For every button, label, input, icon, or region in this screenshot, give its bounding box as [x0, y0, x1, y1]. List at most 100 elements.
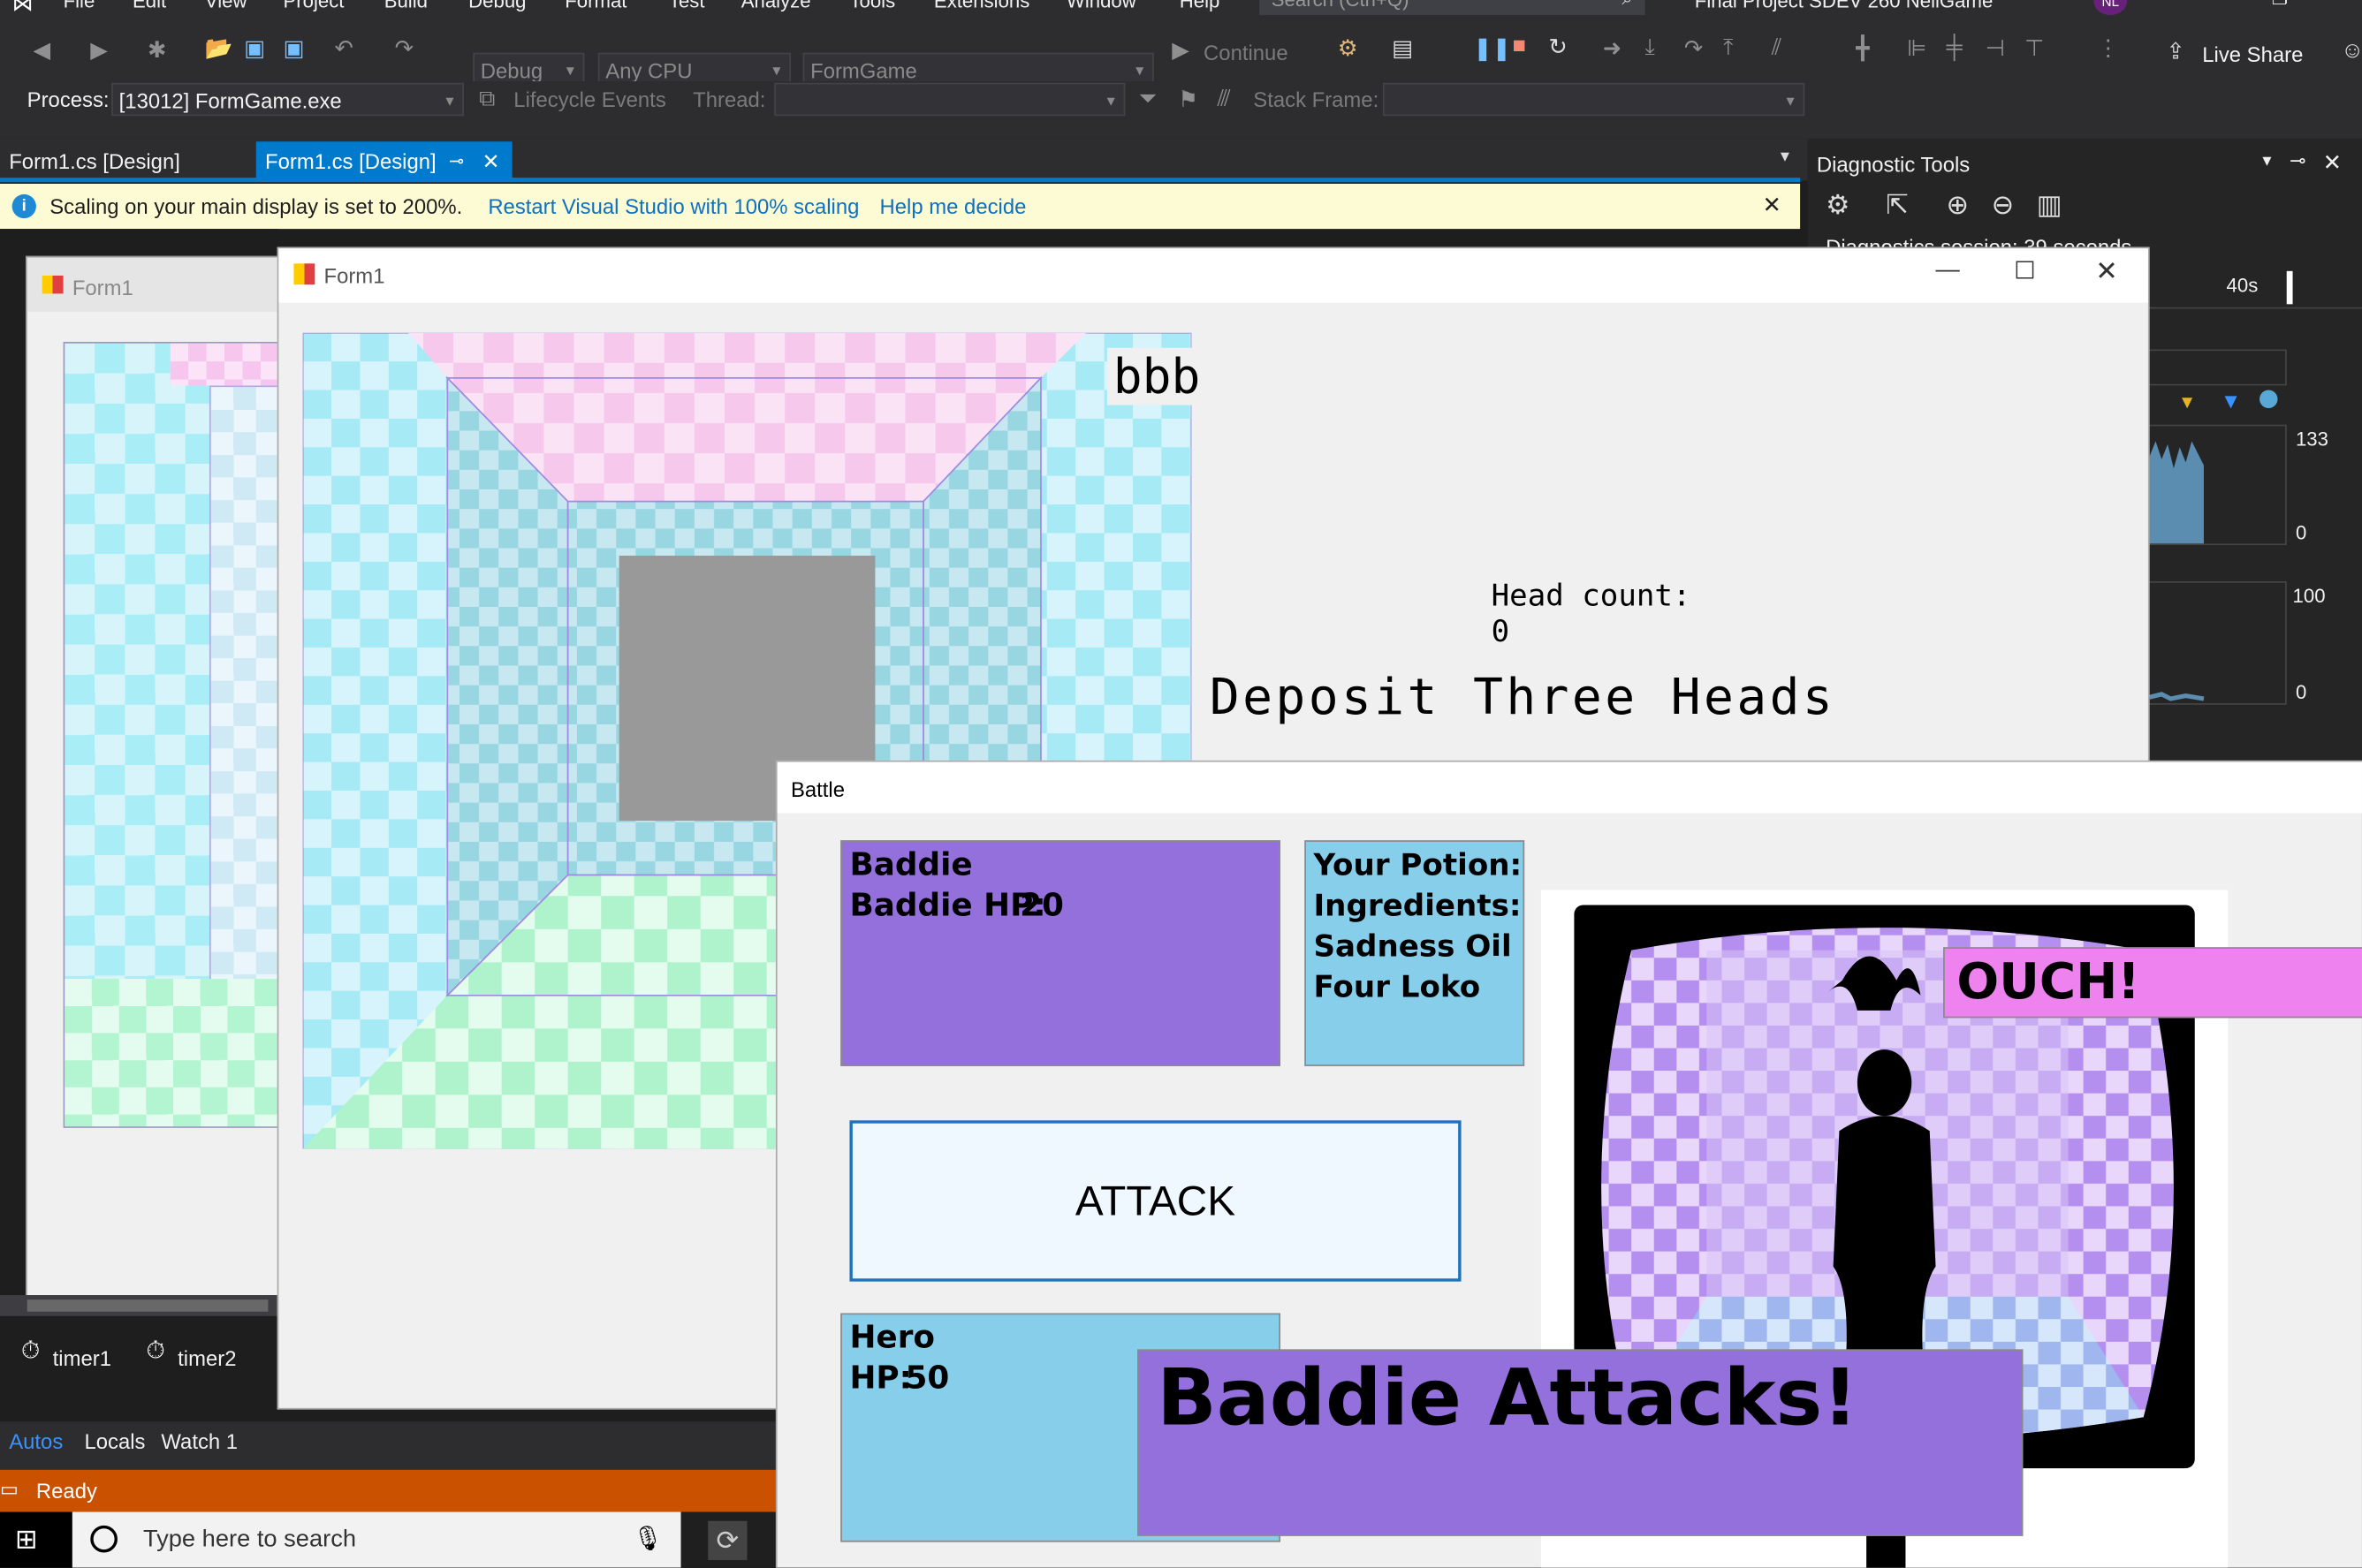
- menu-format[interactable]: Format: [565, 0, 627, 12]
- thread-label: Thread:: [693, 87, 766, 112]
- redo-icon[interactable]: ↷: [395, 34, 414, 62]
- menu-project[interactable]: Project: [283, 0, 344, 12]
- step-into-icon[interactable]: ⤓: [1645, 34, 1655, 60]
- stop-icon[interactable]: ■: [1513, 34, 1526, 59]
- menu-view[interactable]: View: [205, 0, 247, 12]
- tab-watch1[interactable]: Watch 1: [161, 1429, 238, 1453]
- scaling-infobar: i Scaling on your main display is set to…: [0, 183, 1801, 230]
- menu-tools[interactable]: Tools: [849, 0, 895, 12]
- tab-form1-design-2[interactable]: Form1.cs [Design] ⊸ ✕: [255, 141, 513, 181]
- close-icon[interactable]: ✕: [2095, 256, 2118, 288]
- design-form1-window[interactable]: Form1: [25, 255, 303, 1299]
- filter-icon[interactable]: ⏷: [1139, 86, 1157, 111]
- panel-menu-icon[interactable]: ▼: [2259, 154, 2275, 170]
- restore-window-icon[interactable]: ❐: [2272, 0, 2288, 9]
- lifecycle-events-button[interactable]: Lifecycle Events: [513, 87, 665, 111]
- align-top-icon[interactable]: ⊤: [2024, 34, 2044, 62]
- taskbar-search-box[interactable]: Type here to search 🎙: [72, 1511, 681, 1568]
- event-marker-icon[interactable]: ▼: [2178, 391, 2196, 413]
- back-icon[interactable]: ◀: [34, 36, 51, 64]
- menu-debug[interactable]: Debug: [468, 0, 526, 12]
- align-right-icon[interactable]: ⊣: [1986, 34, 2005, 62]
- process-value: [13012] FormGame.exe: [118, 88, 342, 113]
- menu-help[interactable]: Help: [1180, 0, 1220, 12]
- close-infobar-icon[interactable]: ✕: [1762, 191, 1781, 218]
- settings-icon[interactable]: ⚙: [1826, 190, 1850, 222]
- timeline-cursor[interactable]: [2286, 270, 2293, 305]
- toolbox-icon[interactable]: ▤: [1392, 34, 1413, 62]
- zoom-in-icon[interactable]: ⊕: [1946, 190, 1969, 222]
- tab-form1-design-1[interactable]: Form1.cs [Design]: [0, 141, 189, 180]
- designer-hscrollbar[interactable]: [0, 1295, 279, 1316]
- snapshot-marker-icon[interactable]: [2259, 390, 2278, 408]
- lifecycle-icon[interactable]: ⧉: [479, 86, 495, 111]
- form-designer: Form1 ⏱ timer1 ⏱ timer2: [0, 229, 303, 1419]
- chart-icon[interactable]: ▥: [2037, 190, 2062, 222]
- tab-autos[interactable]: Autos: [9, 1429, 63, 1453]
- restart-scaling-link[interactable]: Restart Visual Studio with 100% scaling: [488, 194, 859, 218]
- search-box[interactable]: Search (Ctrl+Q) ⌕: [1259, 0, 1645, 16]
- forward-icon[interactable]: ▶: [90, 36, 108, 64]
- user-avatar[interactable]: NL: [2093, 0, 2128, 16]
- pin-icon[interactable]: ⊸: [449, 141, 464, 180]
- vs-logo-icon[interactable]: ⋈: [12, 0, 34, 17]
- overflow-icon[interactable]: ⋮: [2097, 34, 2120, 62]
- menu-extensions[interactable]: Extensions: [934, 0, 1029, 12]
- menu-edit[interactable]: Edit: [133, 0, 166, 12]
- align-left-icon[interactable]: ⊫: [1907, 34, 1926, 62]
- stack-frame-select[interactable]: ▼: [1382, 82, 1805, 117]
- tab-dropdown-icon[interactable]: ▼: [1778, 149, 1793, 166]
- step-out-icon[interactable]: ⤒: [1723, 34, 1733, 60]
- tab-label: Form1.cs [Design]: [265, 148, 437, 174]
- hero-name: Hero: [849, 1319, 935, 1356]
- events-track: [2147, 349, 2287, 386]
- attach-icon[interactable]: ⚙: [1338, 34, 1358, 62]
- save-icon[interactable]: ▣: [244, 34, 265, 62]
- design-corridor-picture[interactable]: [63, 341, 303, 1128]
- timer1-component[interactable]: timer1: [53, 1346, 111, 1370]
- restart-icon[interactable]: ↻: [1548, 34, 1567, 60]
- menu-file[interactable]: File: [64, 0, 95, 12]
- taskbar-app-vs[interactable]: ⟳: [708, 1520, 748, 1561]
- continue-button[interactable]: Continue: [1204, 41, 1288, 64]
- new-project-icon[interactable]: ✱: [148, 36, 166, 64]
- menu-analyze[interactable]: Analyze: [741, 0, 811, 12]
- pin-panel-icon[interactable]: ⊸: [2290, 149, 2306, 173]
- menu-window[interactable]: Window: [1067, 0, 1136, 12]
- head-count-value: 0: [1491, 612, 1510, 649]
- process-select[interactable]: [13012] FormGame.exe ▼: [111, 82, 465, 117]
- person-icon[interactable]: ☺: [2341, 38, 2362, 64]
- align-icon[interactable]: ╋: [1856, 34, 1869, 62]
- flag-icon[interactable]: ⚑: [1178, 86, 1198, 113]
- align-center-icon[interactable]: ╪: [1946, 34, 1962, 60]
- continue-play-icon[interactable]: ▶: [1172, 36, 1189, 64]
- timer2-component[interactable]: timer2: [178, 1346, 236, 1370]
- thread-select[interactable]: ▼: [774, 82, 1126, 117]
- help-me-decide-link[interactable]: Help me decide: [880, 194, 1027, 218]
- tab-locals[interactable]: Locals: [84, 1429, 145, 1453]
- export-icon[interactable]: ⇱: [1886, 190, 1909, 222]
- open-file-icon[interactable]: 📂: [205, 34, 233, 62]
- maximize-icon[interactable]: ☐: [2014, 256, 2035, 286]
- minimize-icon[interactable]: —: [1936, 258, 1960, 285]
- close-panel-icon[interactable]: ✕: [2323, 149, 2342, 176]
- ingredient-item: Four Loko: [1313, 968, 1481, 1005]
- attack-button[interactable]: ATTACK: [849, 1120, 1462, 1282]
- threads-icon[interactable]: ⫻: [1217, 86, 1230, 111]
- menu-build[interactable]: Build: [384, 0, 428, 12]
- live-share-icon[interactable]: ⇪: [2166, 38, 2184, 64]
- break-marker-icon[interactable]: ▼: [2221, 389, 2242, 413]
- microphone-icon[interactable]: 🎙: [633, 1524, 664, 1554]
- save-all-icon[interactable]: ▣: [283, 34, 304, 62]
- close-tab-icon[interactable]: ✕: [482, 141, 500, 180]
- undo-icon[interactable]: ↶: [334, 34, 353, 62]
- pause-icon[interactable]: ❚❚: [1473, 34, 1511, 62]
- step-over-icon[interactable]: ↷: [1684, 34, 1703, 62]
- live-share-button[interactable]: Live Share: [2202, 42, 2303, 66]
- show-next-statement-icon[interactable]: ➜: [1603, 34, 1622, 62]
- zoom-out-icon[interactable]: ⊖: [1992, 190, 2015, 222]
- start-button[interactable]: ⊞: [0, 1511, 72, 1568]
- breakpoints-icon[interactable]: ⫽: [1772, 34, 1781, 60]
- menu-test[interactable]: Test: [669, 0, 705, 12]
- menu-bar: ⋈ File Edit View Project Build Debug For…: [0, 0, 2362, 19]
